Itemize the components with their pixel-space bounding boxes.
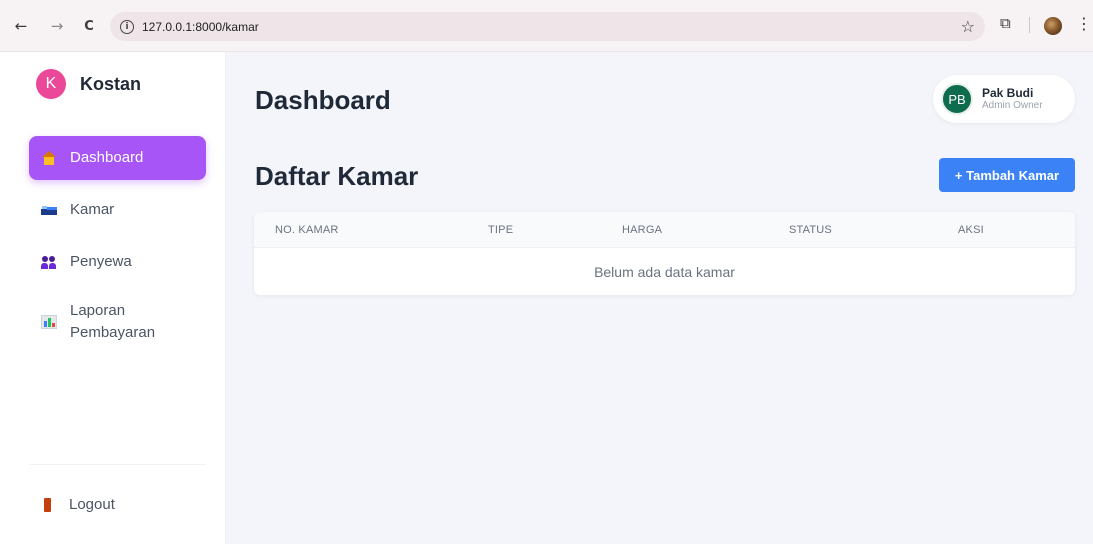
column-header-status: STATUS — [789, 224, 832, 236]
logout-button[interactable]: Logout — [42, 496, 115, 513]
main-content: Dashboard PB Pak Budi Admin Owner Daftar… — [226, 52, 1093, 544]
reload-icon[interactable]: C — [78, 15, 100, 37]
url-text[interactable]: 127.0.0.1:8000/kamar — [142, 20, 259, 34]
column-header-harga: HARGA — [622, 224, 663, 236]
bookmark-star-icon[interactable]: ☆ — [961, 17, 975, 36]
people-icon — [41, 255, 57, 269]
logout-label: Logout — [69, 496, 115, 513]
add-room-button[interactable]: + Tambah Kamar — [939, 158, 1075, 192]
site-info-icon[interactable]: i — [120, 19, 134, 34]
profile-avatar-icon[interactable] — [1044, 17, 1062, 35]
house-icon — [41, 151, 57, 165]
forward-arrow-icon[interactable]: → — [46, 15, 68, 37]
toolbar-divider — [1029, 17, 1030, 33]
user-info: Pak Budi Admin Owner — [982, 86, 1043, 112]
sidebar-item-label: Laporan Pembayaran — [70, 302, 156, 341]
chart-icon — [41, 315, 57, 329]
sidebar-item-kamar[interactable]: Kamar — [29, 188, 206, 232]
sidebar-item-label: Kamar — [70, 201, 115, 218]
table-header: NO. KAMAR TIPE HARGA STATUS AKSI — [254, 212, 1075, 248]
user-name: Pak Budi — [982, 86, 1034, 100]
sidebar-item-label: Dashboard — [70, 149, 144, 166]
empty-state-message: Belum ada data kamar — [594, 263, 735, 280]
user-role: Admin Owner — [982, 100, 1043, 111]
user-profile-card[interactable]: PB Pak Budi Admin Owner — [933, 75, 1075, 123]
brand-name: Kostan — [80, 73, 142, 94]
rooms-table: NO. KAMAR TIPE HARGA STATUS AKSI Belum a… — [254, 212, 1075, 295]
browser-toolbar: ← → C i 127.0.0.1:8000/kamar ☆ ⧉ ⋮ — [0, 0, 1093, 52]
column-header-no-kamar: NO. KAMAR — [275, 224, 339, 236]
sidebar-item-laporan-pembayaran[interactable]: Laporan Pembayaran — [29, 296, 206, 348]
browser-menu-icon[interactable]: ⋮ — [1076, 14, 1092, 33]
bed-icon — [41, 203, 57, 217]
sidebar: K Kostan Dashboard Kamar Penyewa Laporan… — [0, 52, 226, 544]
sidebar-item-penyewa[interactable]: Penyewa — [29, 240, 206, 284]
back-arrow-icon[interactable]: ← — [10, 15, 32, 37]
sidebar-item-label: Penyewa — [70, 253, 132, 270]
page-title: Dashboard — [255, 85, 391, 115]
brand[interactable]: K Kostan — [36, 69, 141, 99]
avatar: PB — [941, 83, 973, 115]
sidebar-item-dashboard[interactable]: Dashboard — [29, 136, 206, 180]
section-title: Daftar Kamar — [255, 161, 419, 191]
extensions-icon[interactable]: ⧉ — [1000, 14, 1011, 32]
column-header-aksi: AKSI — [958, 224, 984, 236]
address-bar[interactable]: i 127.0.0.1:8000/kamar ☆ — [110, 12, 985, 41]
door-icon — [44, 497, 51, 512]
sidebar-divider — [29, 464, 206, 465]
column-header-tipe: TIPE — [488, 224, 514, 236]
brand-logo-icon: K — [36, 69, 66, 99]
